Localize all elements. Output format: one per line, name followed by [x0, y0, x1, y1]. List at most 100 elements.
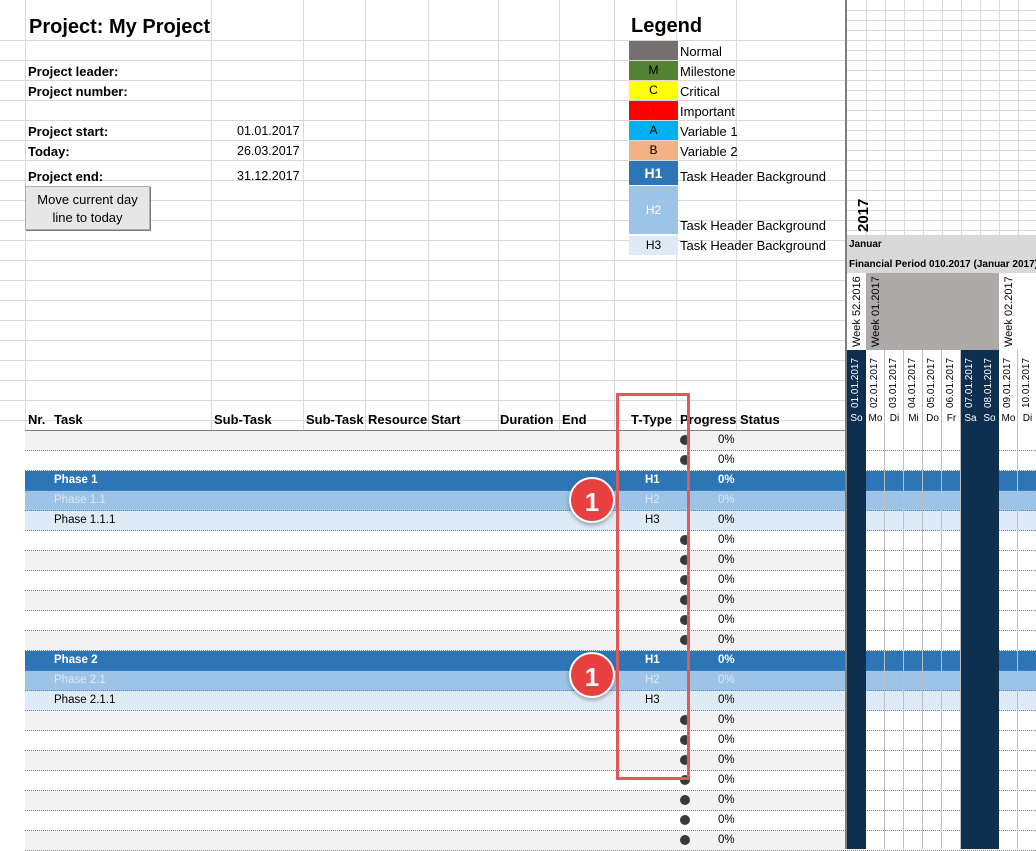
day-name: Di	[1022, 413, 1033, 424]
grid-line	[847, 10, 1036, 11]
grid-line	[0, 100, 845, 101]
table-row[interactable]: 0%	[25, 771, 846, 791]
legend-swatch-b: B	[629, 141, 678, 160]
progress-value: 0%	[718, 554, 735, 566]
project-start-label: Project start:	[28, 124, 109, 139]
task-name: Phase 2.1	[54, 674, 106, 686]
grid-line	[847, 120, 1036, 121]
progress-value: 0%	[718, 514, 735, 526]
today-value[interactable]: 26.03.2017	[237, 144, 300, 158]
day-divider	[922, 350, 923, 849]
table-row[interactable]: 0%	[25, 731, 846, 751]
move-current-day-button[interactable]: Move current day line to today	[25, 186, 150, 230]
date-label: 08.01.2017	[983, 357, 994, 408]
table-row[interactable]: 0%	[25, 751, 846, 771]
legend-swatch-h1: H1	[629, 161, 678, 185]
table-row[interactable]: 0%	[25, 811, 846, 831]
date-label: 01.01.2017	[850, 357, 861, 408]
day-name: Mo	[1001, 413, 1016, 424]
column-header[interactable]: Sub-Task	[306, 412, 364, 427]
progress-dot-icon	[680, 835, 690, 845]
grid-line	[847, 110, 1036, 111]
table-row[interactable]: Phase 1.1.1 H3 0%	[25, 511, 846, 531]
legend-label: Task Header Background	[680, 238, 826, 253]
column-header[interactable]: Resource	[368, 412, 427, 427]
legend-swatch-h2: H2	[629, 186, 678, 234]
grid-line	[736, 0, 737, 430]
legend-label: Task Header Background	[680, 169, 826, 184]
column-header[interactable]: Start	[431, 412, 461, 427]
table-row[interactable]: Phase 2.1.1 H3 0%	[25, 691, 846, 711]
grid-line	[211, 0, 212, 430]
callout-badge-2: 1	[569, 652, 615, 698]
progress-value: 0%	[718, 634, 735, 646]
table-row[interactable]: 0%	[25, 551, 846, 571]
project-end-value[interactable]: 31.12.2017	[237, 169, 300, 183]
date-label: 02.01.2017	[869, 357, 880, 408]
table-row[interactable]: 0%	[25, 451, 846, 471]
grid-line	[847, 200, 1036, 201]
project-start-value[interactable]: 01.01.2017	[237, 124, 300, 138]
column-header[interactable]: Duration	[500, 412, 553, 427]
table-row[interactable]: 0%	[25, 831, 846, 851]
grid-line	[847, 150, 1036, 151]
legend-label: Normal	[680, 44, 722, 59]
table-row[interactable]: 0%	[25, 591, 846, 611]
table-row[interactable]: Phase 2.1 H2 0%	[25, 671, 846, 691]
gantt-month: Januar	[849, 239, 882, 250]
table-row[interactable]: 0%	[25, 571, 846, 591]
task-name: Phase 1.1	[54, 494, 106, 506]
progress-value: 0%	[718, 454, 735, 466]
grid-line	[847, 130, 1036, 131]
column-header[interactable]: Task	[54, 412, 83, 427]
progress-value: 0%	[718, 434, 735, 446]
grid-line	[847, 60, 1036, 61]
grid-line	[847, 190, 1036, 191]
legend-swatch-a: A	[629, 121, 678, 140]
grid-line	[847, 80, 1036, 81]
table-row[interactable]: 0%	[25, 431, 846, 451]
column-header[interactable]: End	[562, 412, 587, 427]
column-header[interactable]: Sub-Task	[214, 412, 272, 427]
progress-value: 0%	[718, 494, 735, 506]
column-header[interactable]: Status	[740, 412, 780, 427]
grid-line	[498, 0, 499, 430]
grid-line	[0, 280, 845, 281]
task-name: Phase 1	[54, 474, 98, 486]
table-row[interactable]: 0%	[25, 611, 846, 631]
project-end-label: Project end:	[28, 169, 104, 184]
legend-swatch-m: M	[629, 61, 678, 80]
gantt-week-band	[866, 273, 999, 350]
table-row[interactable]: 0%	[25, 631, 846, 651]
progress-value: 0%	[718, 774, 735, 786]
progress-value: 0%	[718, 474, 735, 486]
progress-dot-icon	[680, 815, 690, 825]
grid-line	[847, 220, 1036, 221]
grid-line	[0, 380, 845, 381]
progress-value: 0%	[718, 714, 735, 726]
table-row[interactable]: Phase 1.1 H2 0%	[25, 491, 846, 511]
grid-line	[0, 140, 845, 141]
table-row[interactable]: 0%	[25, 711, 846, 731]
column-header[interactable]: Nr.	[28, 412, 45, 427]
legend-swatch-h3: H3	[629, 236, 678, 255]
day-name: Do	[926, 413, 939, 424]
grid-line	[0, 400, 845, 401]
grid-line	[0, 320, 845, 321]
grid-line	[614, 0, 615, 430]
table-row[interactable]: 0%	[25, 791, 846, 811]
grid-line	[0, 40, 845, 41]
grid-line	[0, 260, 845, 261]
gantt-period: Financial Period 010.2017 (Januar 2017)	[849, 259, 1036, 270]
progress-value: 0%	[718, 794, 735, 806]
day-name: Fr	[946, 413, 957, 424]
progress-value: 0%	[718, 814, 735, 826]
legend-label: Important	[680, 104, 735, 119]
weekend-overlay	[847, 431, 866, 849]
table-row[interactable]: Phase 1 H1 0%	[25, 471, 846, 491]
day-name: Di	[889, 413, 900, 424]
day-name: So	[983, 413, 996, 424]
grid-line	[0, 160, 845, 161]
table-row[interactable]: 0%	[25, 531, 846, 551]
table-row[interactable]: Phase 2 H1 0%	[25, 651, 846, 671]
